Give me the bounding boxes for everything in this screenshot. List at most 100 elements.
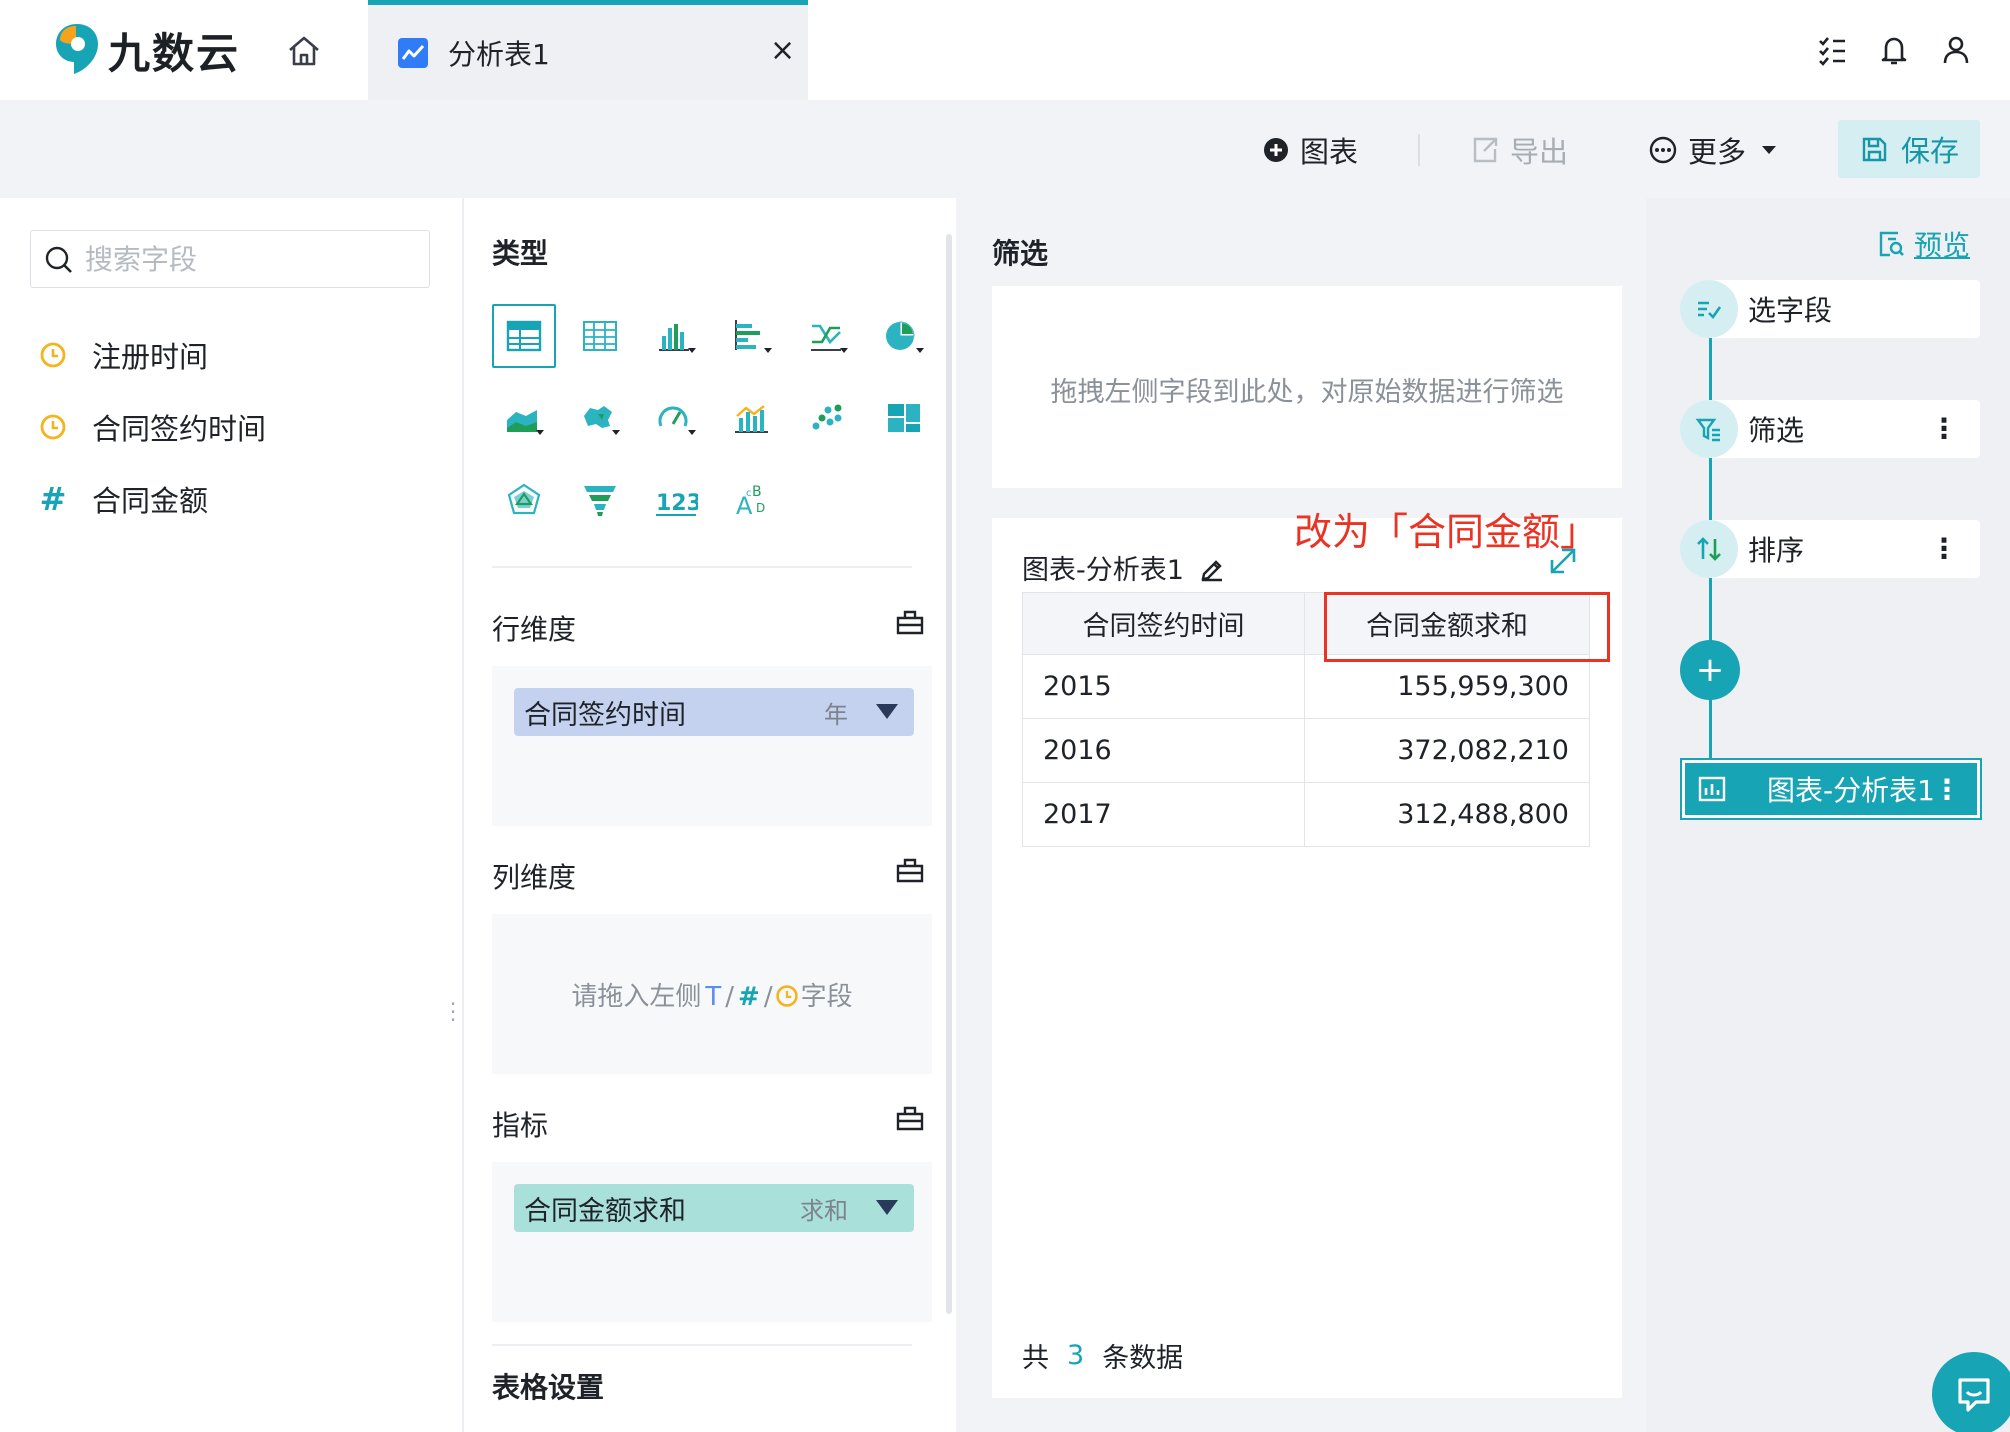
app-logo[interactable]: 九数云 [52, 20, 240, 80]
toolbar: 图表 导出 更多 保存 [0, 100, 2010, 198]
table-settings-title: 表格设置 [492, 1371, 605, 1404]
bar-chart-type-icon[interactable] [644, 304, 708, 368]
search-input[interactable] [85, 239, 415, 279]
row-dimension-pill[interactable]: 合同签约时间 年 [514, 688, 914, 736]
preview-link[interactable]: 预览 [1876, 224, 1970, 264]
pill-dropdown-icon[interactable] [876, 1200, 898, 1215]
plus-circle-icon [1264, 138, 1288, 162]
edit-icon[interactable] [1198, 554, 1226, 582]
hash-icon: # [738, 982, 760, 1012]
config-scrollbar[interactable] [946, 234, 952, 1314]
column-dimension-drop-area[interactable]: 请拖入左侧 T / # / 字段 [492, 914, 932, 1074]
step-sort[interactable]: 排序 ⋮ [1680, 520, 1980, 578]
save-button[interactable]: 保存 [1838, 120, 1980, 178]
clock-icon [775, 984, 799, 1015]
svg-text:D: D [756, 501, 765, 515]
bell-icon[interactable] [1874, 30, 1914, 70]
table-type-icon[interactable] [492, 304, 556, 368]
more-label: 更多 [1688, 135, 1747, 169]
help-chat-button[interactable] [1932, 1352, 2010, 1432]
trend-chart-icon [398, 38, 428, 68]
toolbox-icon[interactable] [894, 1102, 926, 1134]
panel-resize-handle[interactable]: · · · [449, 994, 457, 1030]
caret-down-icon [1762, 146, 1777, 154]
step-menu-icon[interactable]: ⋮ [1933, 773, 1961, 806]
funnel-type-icon[interactable] [568, 468, 632, 532]
kpi-number-type-icon[interactable]: 123 [644, 468, 708, 532]
step-menu-icon[interactable]: ⋮ [1930, 532, 1958, 565]
user-icon[interactable] [1936, 30, 1976, 70]
step-menu-icon[interactable]: ⋮ [1930, 412, 1958, 445]
logo-mark-icon [52, 20, 102, 80]
word-cloud-type-icon[interactable]: ABcD [720, 468, 784, 532]
save-label: 保存 [1900, 134, 1959, 168]
table-row: 2017 312,488,800 [1022, 782, 1590, 847]
main-panel: 筛选 拖拽左侧字段到此处，对原始数据进行筛选 图表-分析表1 改为「合同金额」 … [956, 198, 1646, 1432]
filter-drop-area[interactable]: 拖拽左侧字段到此处，对原始数据进行筛选 [992, 286, 1622, 488]
table-row: 2015 155,959,300 [1022, 654, 1590, 719]
filter-icon [1680, 400, 1738, 458]
tab-analysis-1[interactable]: 分析表1 × [368, 0, 808, 100]
pie-chart-type-icon[interactable] [872, 304, 936, 368]
tab-label: 分析表1 [448, 38, 550, 71]
add-chart-button[interactable]: 图表 [1262, 128, 1358, 172]
more-button[interactable]: 更多 [1648, 128, 1778, 172]
export-label: 导出 [1510, 135, 1569, 169]
scatter-type-icon[interactable] [796, 386, 860, 450]
field-label: 合同签约时间 [92, 412, 267, 446]
pill-dropdown-icon[interactable] [876, 704, 898, 719]
metric-label: 指标 [492, 1109, 549, 1142]
field-item-contract-amount[interactable]: # 合同金额 [38, 474, 208, 524]
step-label: 排序 [1748, 534, 1805, 567]
field-label: 合同金额 [92, 484, 209, 518]
toolbox-icon[interactable] [894, 854, 926, 886]
chart-title: 图表-分析表1 [1022, 548, 1226, 587]
step-select-fields[interactable]: 选字段 [1680, 280, 1980, 338]
chart-card: 图表-分析表1 改为「合同金额」 合同签约时间 合同金额求和 2015 155,… [992, 510, 1622, 1398]
bar-chart-icon [1698, 776, 1726, 802]
field-item-register-time[interactable]: 注册时间 [38, 330, 208, 380]
export-button[interactable]: 导出 [1470, 128, 1568, 172]
gauge-type-icon[interactable] [644, 386, 708, 450]
plus-icon: + [1695, 650, 1725, 690]
radar-type-icon[interactable] [492, 468, 556, 532]
text-type-icon: T [705, 982, 722, 1012]
table-cell: 372,082,210 [1304, 718, 1590, 783]
combo-chart-type-icon[interactable] [720, 386, 784, 450]
svg-text:123: 123 [656, 491, 698, 516]
map-type-icon[interactable] [568, 386, 632, 450]
svg-text:B: B [752, 484, 762, 500]
step-chart[interactable]: 图表-分析表1 ⋮ [1680, 758, 1982, 820]
line-chart-type-icon[interactable] [796, 304, 860, 368]
field-item-contract-sign-time[interactable]: 合同签约时间 [38, 402, 266, 452]
treemap-type-icon[interactable] [872, 386, 936, 450]
metric-drop-area[interactable]: 合同金额求和 求和 [492, 1162, 932, 1322]
crosstab-type-icon[interactable] [568, 304, 632, 368]
clock-icon [38, 340, 68, 370]
task-list-icon[interactable] [1812, 30, 1852, 70]
export-icon [1473, 137, 1498, 163]
toolbox-icon[interactable] [894, 606, 926, 638]
sort-icon [1680, 520, 1738, 578]
add-step-button[interactable]: + [1680, 640, 1740, 700]
column-dimension-label: 列维度 [492, 861, 577, 894]
add-chart-label: 图表 [1300, 135, 1359, 169]
pill-label: 合同签约时间 [524, 699, 686, 731]
clock-icon [38, 412, 68, 442]
row-dimension-drop-area[interactable]: 合同签约时间 年 [492, 666, 932, 826]
search-icon [45, 246, 72, 273]
preview-icon [1879, 231, 1904, 257]
metric-pill[interactable]: 合同金额求和 求和 [514, 1184, 914, 1232]
tab-close-icon[interactable]: × [770, 33, 795, 68]
field-label: 注册时间 [92, 340, 209, 374]
table-cell: 2016 [1022, 718, 1305, 783]
chart-title-text: 图表-分析表1 [1022, 555, 1184, 586]
horizontal-bar-type-icon[interactable] [720, 304, 784, 368]
more-circle-icon [1649, 136, 1677, 164]
step-filter[interactable]: 筛选 ⋮ [1680, 400, 1980, 458]
column-header[interactable]: 合同签约时间 [1022, 592, 1305, 655]
home-button[interactable] [280, 30, 328, 72]
table-cell: 155,959,300 [1304, 654, 1590, 719]
area-chart-type-icon[interactable] [492, 386, 556, 450]
home-icon [289, 36, 319, 66]
